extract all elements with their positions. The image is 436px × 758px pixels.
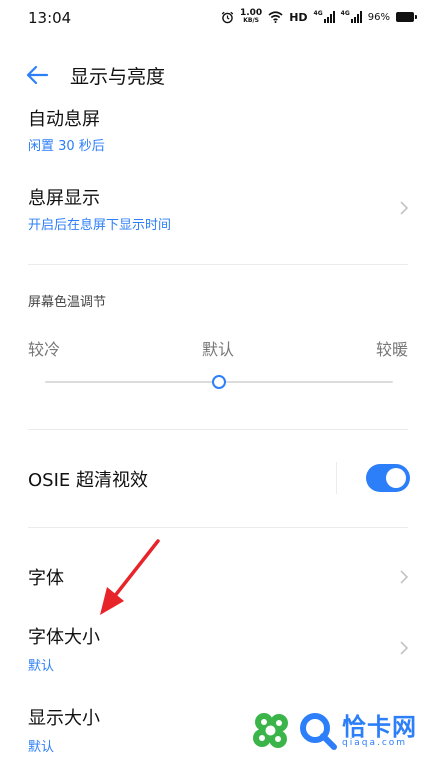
hd-badge: HD	[289, 10, 308, 24]
signal-2: 4G	[341, 11, 362, 23]
clover-logo-icon	[253, 713, 288, 748]
watermark-title: 恰卡网	[342, 712, 417, 741]
auto-screen-off-value: 闲置 30 秒后	[28, 139, 105, 154]
signal-1: 4G	[314, 11, 335, 23]
status-time: 13:04	[28, 9, 72, 27]
battery-icon	[396, 12, 417, 22]
color-temp-warm: 较暖	[376, 340, 409, 359]
separator	[336, 462, 337, 494]
font-title: 字体	[28, 568, 64, 589]
font-row[interactable]: 字体	[0, 555, 436, 599]
chevron-right-icon	[400, 641, 409, 655]
signal-icon	[350, 11, 362, 23]
color-temp-default: 默认	[202, 340, 235, 359]
net-speed-unit: KB/S	[243, 17, 259, 24]
net-speed-value: 1.00	[239, 8, 263, 18]
signal-icon	[323, 11, 335, 23]
color-temp-label: 屏幕色温调节	[28, 295, 107, 310]
auto-screen-off-title: 自动息屏	[28, 109, 100, 130]
font-size-title: 字体大小	[28, 627, 100, 648]
font-size-row[interactable]: 字体大小 默认	[0, 620, 436, 676]
divider	[28, 527, 408, 528]
osie-toggle[interactable]	[366, 464, 410, 492]
net-speed: 1.00 KB/S	[240, 9, 262, 25]
status-icons: 1.00 KB/S HD 4G 4G 96%	[221, 9, 417, 25]
aod-subtitle: 开启后在息屏下显示时间	[28, 218, 172, 233]
search-logo-icon	[300, 713, 337, 750]
chevron-right-icon	[400, 570, 409, 584]
toggle-knob	[386, 468, 406, 488]
color-temp-slider-thumb[interactable]	[212, 375, 226, 389]
aod-title: 息屏显示	[28, 188, 100, 209]
osie-title: OSIE 超清视效	[28, 470, 148, 491]
back-arrow-icon[interactable]	[24, 63, 50, 87]
auto-screen-off-row[interactable]: 自动息屏 闲置 30 秒后	[0, 102, 436, 158]
divider	[28, 429, 408, 430]
alarm-icon	[221, 11, 234, 23]
color-temp-cool: 较冷	[28, 340, 61, 359]
display-size-title: 显示大小	[28, 708, 100, 729]
divider	[28, 264, 408, 265]
battery-percent: 96%	[367, 11, 390, 23]
annotation-arrow	[100, 539, 160, 615]
aod-row[interactable]: 息屏显示 开启后在息屏下显示时间	[0, 180, 436, 240]
font-size-value: 默认	[28, 659, 55, 674]
display-size-value: 默认	[28, 740, 55, 755]
signal-tag-1: 4G	[313, 10, 323, 17]
wifi-icon	[268, 11, 283, 23]
watermark-sub: qiaqa.com	[342, 737, 408, 748]
page-title: 显示与亮度	[70, 66, 166, 88]
signal-tag-2: 4G	[340, 10, 350, 17]
watermark: 恰卡网 qiaqa.com	[248, 708, 417, 754]
chevron-right-icon	[400, 201, 409, 215]
